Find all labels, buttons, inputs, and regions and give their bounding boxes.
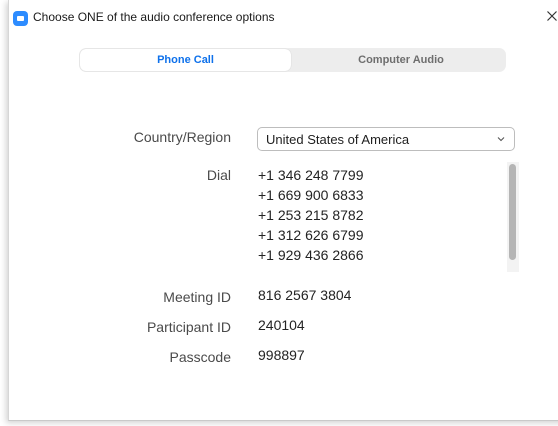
chevron-down-icon (497, 137, 505, 142)
tab-computer-audio[interactable]: Computer Audio (297, 49, 505, 71)
meeting-id-value: 816 2567 3804 (258, 287, 352, 303)
dial-number: +1 929 436 2866 (258, 247, 364, 263)
passcode-value: 998897 (258, 347, 305, 363)
participant-id-label: Participant ID (146, 319, 231, 335)
dial-number: +1 669 900 6833 (258, 187, 364, 203)
dial-number-list: +1 346 248 7799 +1 669 900 6833 +1 253 2… (258, 165, 498, 265)
audio-options-dialog: Choose ONE of the audio conference optio… (8, 0, 558, 421)
close-icon (547, 11, 557, 21)
title-bar: Choose ONE of the audio conference optio… (9, 0, 558, 36)
dial-number: +1 253 215 8782 (258, 207, 364, 223)
dial-number: +1 346 248 7799 (258, 167, 364, 183)
country-region-label: Country/Region (133, 129, 231, 145)
dial-list-scrollbar[interactable] (507, 162, 519, 272)
dial-label: Dial (206, 167, 231, 183)
zoom-app-icon (13, 11, 28, 26)
country-region-value: United States of America (266, 132, 410, 147)
participant-id-value: 240104 (258, 317, 305, 333)
tab-phone-call[interactable]: Phone Call (80, 49, 291, 71)
dialog-title: Choose ONE of the audio conference optio… (33, 10, 275, 24)
close-button[interactable] (545, 8, 558, 24)
passcode-label: Passcode (169, 349, 231, 365)
dial-number: +1 312 626 6799 (258, 227, 364, 243)
country-region-select[interactable]: United States of America (257, 127, 515, 151)
scrollbar-thumb[interactable] (509, 164, 516, 260)
audio-mode-tabs: Phone Call Computer Audio (79, 48, 506, 72)
meeting-id-label: Meeting ID (163, 289, 231, 305)
